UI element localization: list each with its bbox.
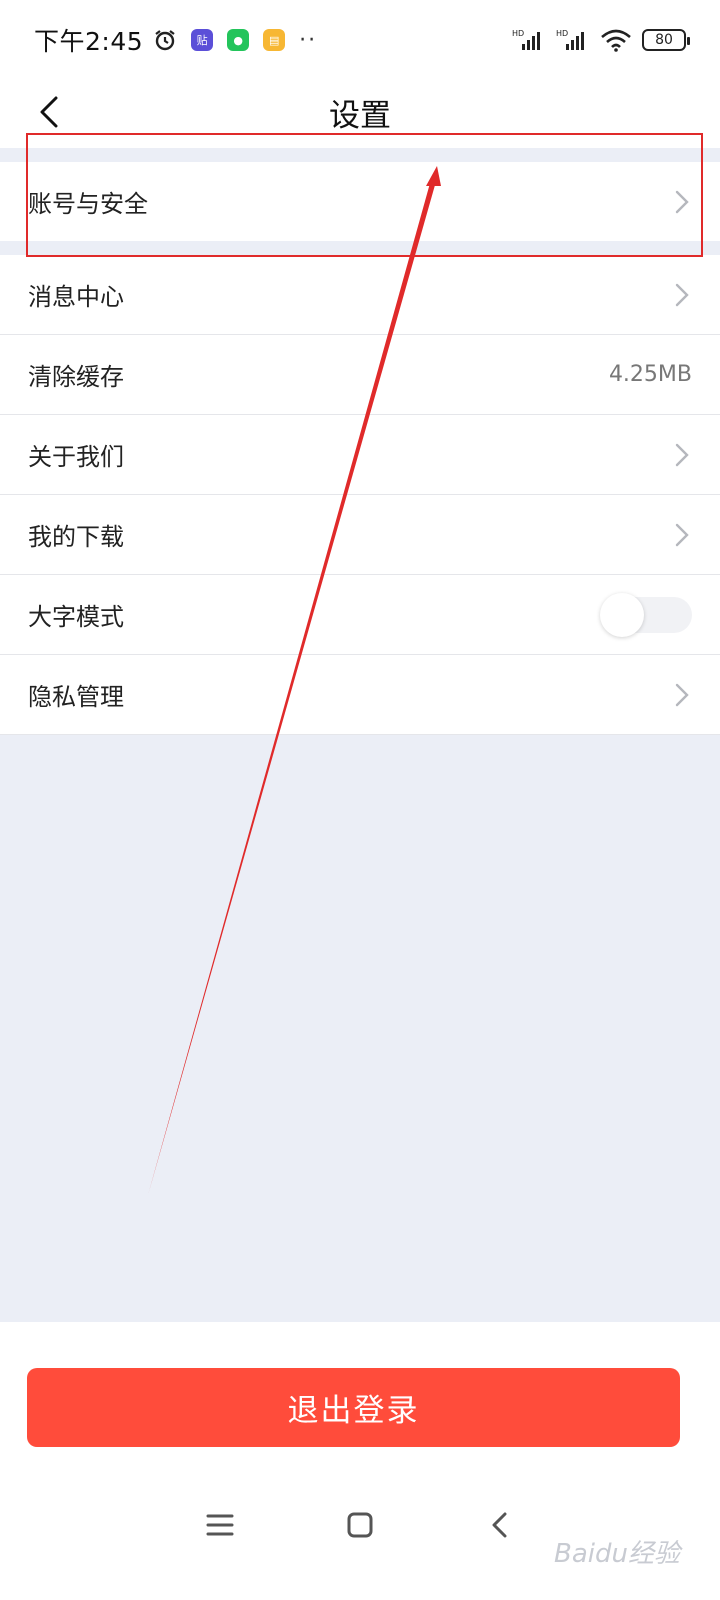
svg-text:HD: HD — [556, 29, 568, 38]
signal-hd-icon: HD — [556, 29, 584, 50]
section-divider — [0, 241, 720, 255]
signal-hd-icon: HD — [512, 29, 540, 50]
menu-icon[interactable] — [205, 1510, 235, 1540]
watermark: Baidu经验 — [554, 1539, 680, 1569]
notes-app-icon: ▤ — [263, 29, 286, 51]
toggle-knob — [600, 592, 644, 637]
row-label: 大字模式 — [28, 603, 124, 631]
battery-level: 80 — [655, 32, 673, 48]
status-system-icons: HD HD 80 — [512, 28, 690, 52]
back-chevron-icon — [40, 96, 58, 128]
settings-row-about-us[interactable]: 关于我们 — [0, 415, 720, 495]
row-label: 清除缓存 — [28, 363, 124, 391]
chevron-right-icon — [675, 683, 689, 706]
top-navbar: 设置 — [0, 80, 720, 144]
settings-row-clear-cache[interactable]: 清除缓存 4.25MB — [0, 335, 720, 415]
status-bar: 下午2:45 贴 ● ▤ ·· HD HD 80 — [0, 0, 720, 80]
chevron-right-icon — [675, 283, 689, 306]
page-title: 设置 — [329, 97, 391, 134]
row-label: 关于我们 — [28, 443, 124, 471]
battery-icon: 80 — [642, 29, 690, 51]
wifi-icon — [601, 29, 631, 52]
row-label: 隐私管理 — [28, 683, 124, 711]
back-button[interactable] — [28, 88, 68, 136]
more-dots-icon: ·· — [299, 27, 318, 53]
home-icon[interactable] — [345, 1510, 375, 1540]
row-label: 账号与安全 — [28, 190, 148, 218]
logout-label: 退出登录 — [287, 1393, 420, 1429]
alarm-icon — [155, 30, 175, 51]
settings-row-my-downloads[interactable]: 我的下载 — [0, 495, 720, 575]
chevron-right-icon — [675, 523, 689, 546]
cache-size-value: 4.25MB — [608, 362, 692, 387]
wechat-app-icon: ● — [227, 29, 250, 51]
section-divider — [0, 148, 720, 162]
status-time: 下午2:45 — [34, 27, 144, 56]
status-notification-icons: 贴 ● ▤ ·· — [153, 28, 317, 53]
large-font-toggle[interactable] — [600, 592, 692, 637]
chevron-right-icon — [675, 443, 689, 466]
back-icon[interactable] — [485, 1510, 515, 1540]
chevron-right-icon — [675, 190, 689, 213]
settings-row-large-font: 大字模式 — [0, 575, 720, 655]
svg-text:HD: HD — [512, 29, 524, 38]
settings-row-privacy[interactable]: 隐私管理 — [0, 655, 720, 735]
row-label: 我的下载 — [28, 523, 124, 551]
settings-row-account-security[interactable]: 账号与安全 — [0, 162, 720, 241]
empty-background — [0, 735, 720, 1322]
tieba-app-icon: 贴 — [191, 29, 214, 51]
logout-button[interactable]: 退出登录 — [27, 1368, 680, 1447]
settings-row-message-center[interactable]: 消息中心 — [0, 255, 720, 335]
row-label: 消息中心 — [28, 283, 124, 311]
